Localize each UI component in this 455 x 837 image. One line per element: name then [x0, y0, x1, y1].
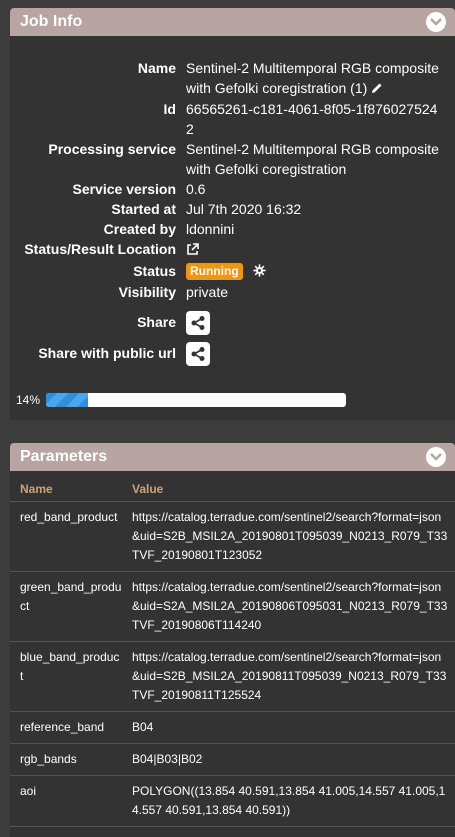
progress-label: 14%: [16, 393, 41, 407]
info-row-processing-service: Processing service Sentinel-2 Multitempo…: [10, 139, 455, 179]
chevron-down-icon[interactable]: [426, 447, 446, 467]
parameters-header[interactable]: Parameters: [10, 443, 455, 471]
job-info-table: Name Sentinel-2 Multitemporal RGB compos…: [10, 58, 455, 367]
info-row-started-at: Started at Jul 7th 2020 16:32: [10, 199, 455, 219]
param-name: reference_band: [10, 711, 130, 744]
info-label: Status: [133, 262, 176, 279]
share-icon[interactable]: [186, 311, 210, 336]
visibility-value: private: [186, 283, 229, 300]
progress-bar: [46, 393, 346, 407]
param-name: blue_band_product: [10, 641, 130, 712]
param-value: https://catalog.terradue.com/sentinel2/s…: [130, 501, 455, 572]
info-row-created-by: Created by ldonnini: [10, 219, 455, 239]
job-id-value: 66565261-c181-4061-8f05-1f8760275242: [186, 101, 438, 138]
info-row-visibility: Visibility private: [10, 282, 455, 302]
param-name: green_band_product: [10, 571, 130, 642]
info-row-share: Share: [10, 310, 455, 336]
status-badge: Running: [186, 263, 243, 281]
chevron-down-icon[interactable]: [426, 12, 446, 32]
info-label: Status/Result Location: [24, 241, 176, 258]
param-value: POLYGON((13.854 40.591,13.854 41.005,14.…: [130, 775, 455, 827]
parameters-table: Name Value red_band_product https://cata…: [10, 471, 455, 827]
table-row: red_band_product https://catalog.terradu…: [10, 501, 455, 572]
job-info-panel: Job Info Name Sentinel-2 Multitemporal R…: [10, 8, 455, 420]
info-row-service-version: Service version 0.6: [10, 179, 455, 199]
info-row-name: Name Sentinel-2 Multitemporal RGB compos…: [10, 58, 455, 99]
info-row-id: Id 66565261-c181-4061-8f05-1f8760275242: [10, 99, 455, 139]
created-by-value: ldonnini: [186, 221, 235, 238]
external-link-icon[interactable]: [186, 241, 199, 261]
column-header-name: Name: [10, 471, 130, 502]
job-info-title: Job Info: [20, 13, 83, 30]
param-name: aoi: [10, 775, 130, 827]
param-name: red_band_product: [10, 501, 130, 572]
table-row: aoi POLYGON((13.854 40.591,13.854 41.005…: [10, 775, 455, 827]
share-icon[interactable]: [186, 342, 210, 367]
column-header-value: Value: [130, 471, 455, 502]
service-version-value: 0.6: [186, 181, 206, 198]
processing-service-value: Sentinel-2 Multitemporal RGB composite w…: [186, 141, 439, 178]
info-label: Visibility: [118, 283, 176, 300]
info-label: Processing service: [48, 141, 176, 158]
info-row-share-public: Share with public url: [10, 341, 455, 367]
job-name-value: Sentinel-2 Multitemporal RGB composite w…: [186, 60, 439, 96]
param-value: B04: [130, 711, 455, 744]
info-label: Share with public url: [38, 345, 176, 362]
info-row-result-location: Status/Result Location: [10, 239, 455, 260]
info-label: Share: [137, 313, 176, 330]
info-label: Name: [137, 60, 176, 76]
info-label: Created by: [103, 221, 176, 238]
job-info-header[interactable]: Job Info: [10, 8, 455, 36]
table-row: green_band_product https://catalog.terra…: [10, 571, 455, 642]
pencil-icon[interactable]: [371, 79, 383, 99]
parameters-title: Parameters: [20, 448, 108, 465]
table-row: blue_band_product https://catalog.terrad…: [10, 641, 455, 712]
info-label: Id: [163, 101, 176, 118]
table-header-row: Name Value: [10, 471, 455, 502]
progress-fill: [46, 393, 88, 407]
gear-icon[interactable]: [252, 262, 266, 282]
param-value: https://catalog.terradue.com/sentinel2/s…: [130, 571, 455, 642]
started-at-value: Jul 7th 2020 16:32: [186, 201, 302, 218]
parameters-panel: Parameters Name Value red_band_product h…: [10, 443, 455, 837]
table-row: rgb_bands B04|B03|B02: [10, 743, 455, 776]
param-name: rgb_bands: [10, 743, 130, 776]
param-value: https://catalog.terradue.com/sentinel2/s…: [130, 641, 455, 712]
info-row-status: Status Running: [10, 261, 455, 282]
info-label: Service version: [72, 181, 176, 198]
progress: 14%: [16, 393, 346, 407]
param-value: B04|B03|B02: [130, 743, 455, 776]
table-row: reference_band B04: [10, 711, 455, 744]
info-label: Started at: [111, 201, 176, 218]
